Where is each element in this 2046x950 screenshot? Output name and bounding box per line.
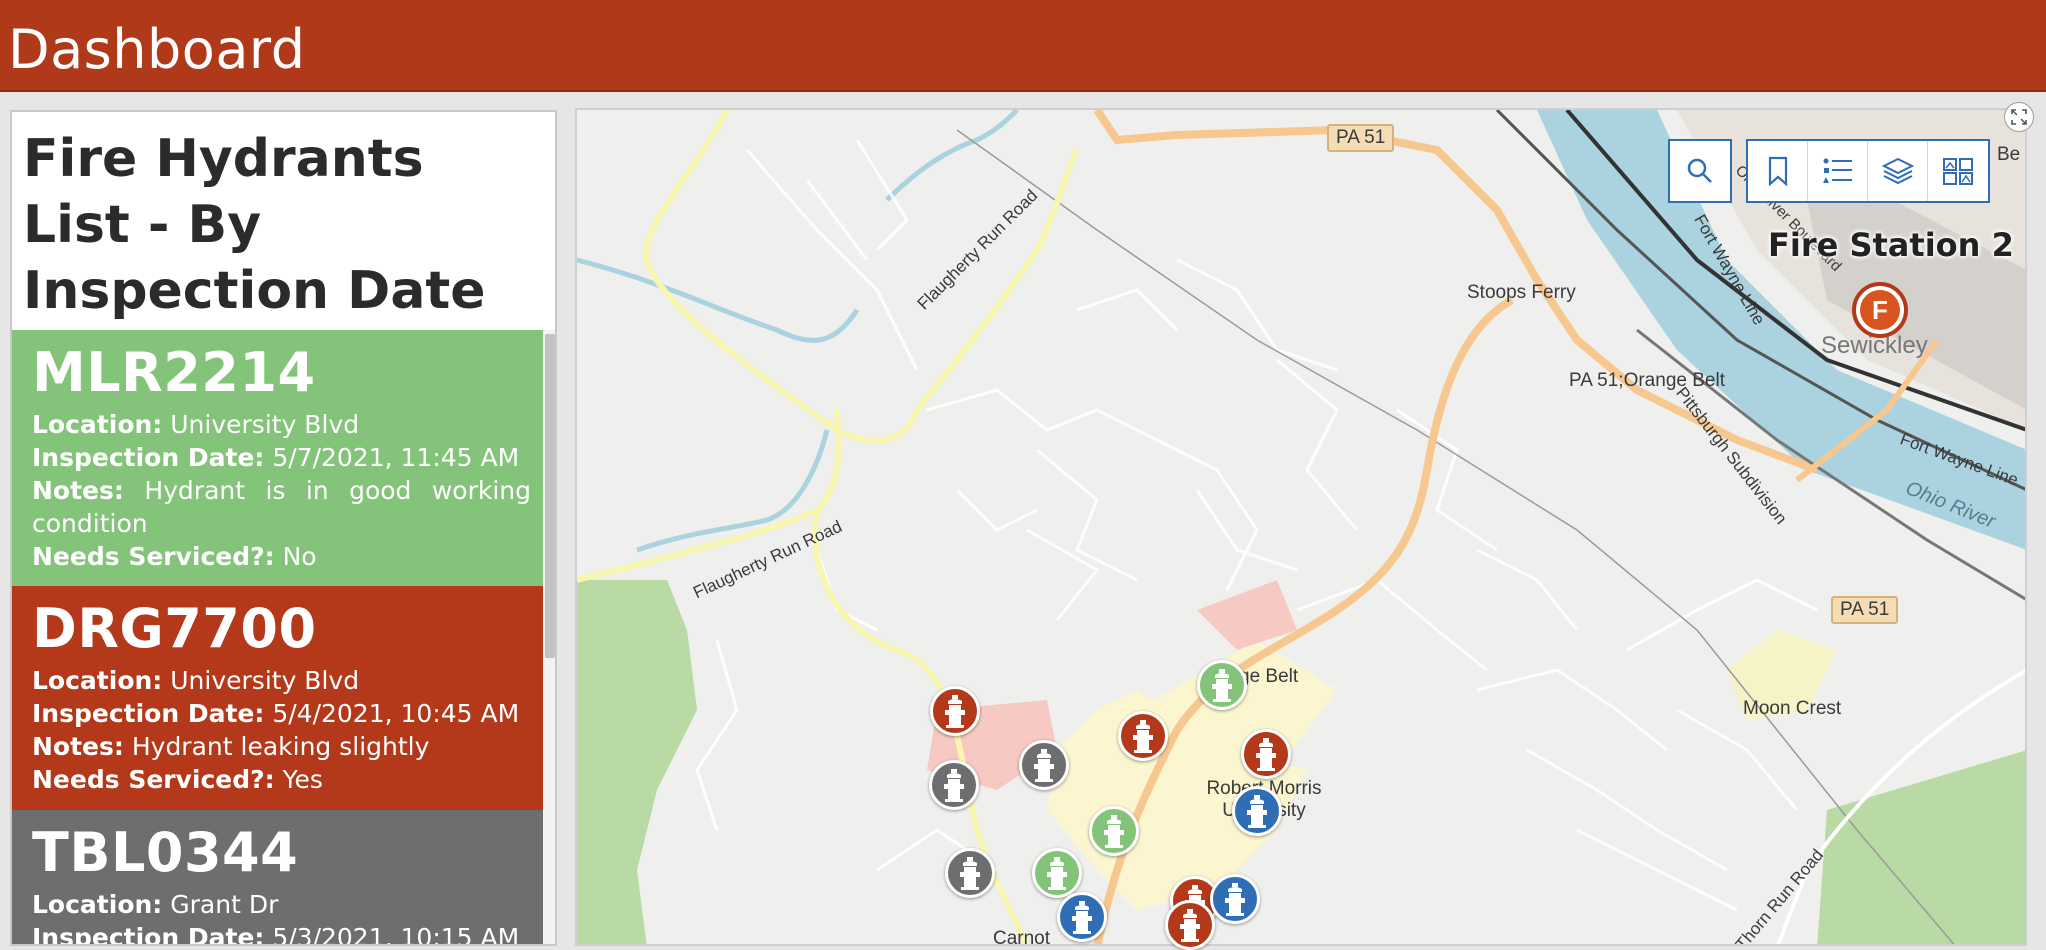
place-label: Be: [1997, 144, 2021, 165]
hydrant-icon: [1072, 901, 1092, 934]
app-header: Dashboard: [0, 0, 2046, 92]
hydrant-list[interactable]: MLR2214 Location: University Blvd Inspec…: [12, 330, 555, 946]
place-label: Carnot: [993, 928, 1051, 946]
hydrant-icon: [1225, 883, 1245, 916]
place-label: Stoops Ferry: [1467, 282, 1576, 303]
basemap-gallery-button[interactable]: [1928, 141, 1988, 201]
hydrant-marker-red[interactable]: [1118, 711, 1168, 761]
hydrant-icon: [1212, 669, 1232, 702]
hydrant-marker-blue[interactable]: [1210, 874, 1260, 924]
hydrant-marker-red[interactable]: [930, 686, 980, 736]
bookmarks-button[interactable]: [1748, 141, 1808, 201]
hydrant-marker-grey[interactable]: [945, 848, 995, 898]
hydrant-icon: [1180, 909, 1200, 942]
hydrant-marker-blue[interactable]: [1232, 786, 1282, 836]
hydrant-id: TBL0344: [32, 821, 299, 884]
hydrant-marker-green[interactable]: [1032, 848, 1082, 898]
list-item[interactable]: TBL0344 Location: Grant Dr Inspection Da…: [12, 810, 543, 946]
hydrant-icon: [1256, 738, 1276, 771]
date-row: Inspection Date: 5/4/2021, 10:45 AM: [32, 699, 520, 728]
hydrant-icon: [1104, 815, 1124, 848]
list-item[interactable]: MLR2214 Location: University Blvd Inspec…: [12, 330, 543, 586]
hydrant-icon: [1034, 749, 1054, 782]
hydrant-marker-red[interactable]: [1165, 900, 1215, 950]
search-tool-group: [1668, 139, 1732, 203]
service-row: Needs Serviced?: Yes: [32, 765, 323, 794]
list-item[interactable]: DRG7700 Location: University Blvd Inspec…: [12, 586, 543, 810]
search-icon: [1687, 158, 1712, 183]
road-label: PA 51;Orange Belt: [1569, 370, 1725, 391]
location-row: Location: Grant Dr: [32, 890, 279, 919]
fullscreen-button[interactable]: [2004, 102, 2034, 132]
road-label: ge Belt: [1239, 666, 1299, 687]
location-row: Location: University Blvd: [32, 410, 360, 439]
legend-button[interactable]: [1808, 141, 1868, 201]
park-area: [577, 580, 697, 944]
hydrant-icon: [1133, 720, 1153, 753]
service-row: Needs Serviced?: No: [32, 542, 317, 571]
fire-station-label: Fire Station 2: [1768, 226, 2014, 264]
fire-station-marker[interactable]: F: [1852, 282, 1908, 338]
widget-tool-group: [1746, 139, 1990, 203]
notes-row: Notes: Hydrant leaking slightly: [32, 732, 430, 761]
park-area: [1817, 750, 2025, 944]
road-shield: PA 51: [1327, 124, 1395, 152]
hydrant-icon: [945, 695, 965, 728]
map-toolbar: [1668, 139, 1990, 203]
hydrant-id: MLR2214: [32, 341, 316, 404]
hydrant-marker-grey[interactable]: [1019, 740, 1069, 790]
date-row: Inspection Date: 5/7/2021, 11:45 AM: [32, 443, 520, 472]
bookmark-icon: [1768, 156, 1787, 186]
place-label: Moon Crest: [1743, 698, 1842, 719]
hydrant-icon: [1247, 795, 1267, 828]
hydrant-marker-green[interactable]: [1197, 660, 1247, 710]
layers-icon: [1881, 157, 1914, 185]
hydrant-marker-grey[interactable]: [929, 760, 979, 810]
basemap-gallery-icon: [1943, 158, 1973, 185]
hydrant-id: DRG7700: [32, 597, 317, 660]
hydrant-list-panel: Fire Hydrants List - By Inspection Date …: [10, 110, 557, 946]
hydrant-marker-blue[interactable]: [1057, 892, 1107, 942]
legend-icon: [1822, 158, 1852, 183]
hydrant-icon: [1047, 857, 1067, 890]
expand-icon: [2011, 109, 2027, 125]
page-title: Dashboard: [8, 18, 306, 81]
road-shield: PA 51: [1831, 596, 1899, 624]
notes-row: Notes: Hydrant is in good working condit…: [32, 476, 531, 538]
hydrant-marker-green[interactable]: [1089, 806, 1139, 856]
date-row: Inspection Date: 5/3/2021, 10:15 AM: [32, 923, 520, 946]
search-button[interactable]: [1670, 141, 1730, 201]
location-row: Location: University Blvd: [32, 666, 360, 695]
fire-station-icon: F: [1860, 290, 1900, 330]
layers-button[interactable]: [1868, 141, 1928, 201]
hydrant-icon: [960, 857, 980, 890]
scrollbar-thumb[interactable]: [545, 334, 555, 658]
hydrant-icon: [944, 769, 964, 802]
hydrant-marker-red[interactable]: [1241, 729, 1291, 779]
